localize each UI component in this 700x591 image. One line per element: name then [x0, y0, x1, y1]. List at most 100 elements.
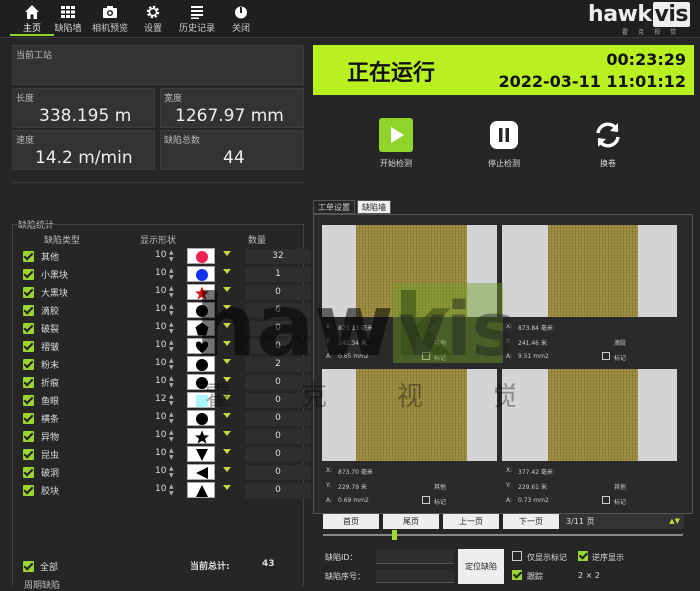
defect-image[interactable] [502, 225, 677, 317]
next-page-button[interactable]: 下一页 [503, 514, 559, 529]
stop-button[interactable]: 停止检测 [469, 118, 539, 169]
nav-close[interactable]: 关闭 [219, 2, 263, 36]
shape-dropdown-icon[interactable] [223, 251, 231, 256]
size-stepper[interactable]: ▲ ▼ [169, 357, 174, 371]
swap-roll-button[interactable]: 换卷 [573, 118, 643, 169]
shape-size: 10 [155, 340, 167, 350]
shape-dropdown-icon[interactable] [223, 413, 231, 418]
row-checkbox[interactable] [23, 395, 34, 406]
defect-image[interactable] [502, 369, 677, 461]
shape-dropdown-icon[interactable] [223, 341, 231, 346]
mark-checkbox[interactable] [602, 496, 610, 504]
follow-checkbox[interactable] [512, 570, 522, 580]
size-stepper[interactable]: ▲ ▼ [169, 339, 174, 353]
row-checkbox[interactable] [23, 449, 34, 460]
shape-swatch[interactable] [187, 392, 215, 408]
shape-swatch[interactable] [187, 302, 215, 318]
nav-defect-wall[interactable]: 缺陷墙 [46, 2, 90, 36]
shape-dropdown-icon[interactable] [223, 269, 231, 274]
reverse-checkbox[interactable] [578, 551, 588, 561]
row-checkbox[interactable] [23, 359, 34, 370]
row-checkbox[interactable] [23, 269, 34, 280]
size-stepper[interactable]: ▲ ▼ [169, 303, 174, 317]
locate-defect-button[interactable]: 定位缺陷 [458, 549, 504, 584]
nav-camera-preview[interactable]: 相机预览 [88, 2, 132, 36]
pause-icon [490, 121, 518, 149]
shape-dropdown-icon[interactable] [223, 305, 231, 310]
size-stepper[interactable]: ▲ ▼ [169, 465, 174, 479]
defect-id-field[interactable] [376, 550, 454, 564]
shape-dropdown-icon[interactable] [223, 485, 231, 490]
row-checkbox[interactable] [23, 485, 34, 496]
x-label: X: [326, 467, 333, 474]
page-select[interactable]: 3/11 页 ▲▼ [560, 514, 684, 529]
size-stepper[interactable]: ▲ ▼ [169, 267, 174, 281]
row-checkbox[interactable] [23, 467, 34, 478]
shape-swatch[interactable] [187, 446, 215, 462]
shape-swatch[interactable] [187, 338, 215, 354]
start-button[interactable]: 开始检测 [361, 118, 431, 169]
shape-swatch[interactable] [187, 428, 215, 444]
shape-swatch[interactable] [187, 320, 215, 336]
row-checkbox[interactable] [23, 413, 34, 424]
defect-image[interactable] [322, 369, 497, 461]
size-stepper[interactable]: ▲ ▼ [169, 249, 174, 263]
shape-square-icon [196, 395, 208, 407]
defect-type-name: 小黑块 [41, 271, 69, 281]
shape-swatch[interactable] [187, 464, 215, 480]
size-stepper[interactable]: ▲ ▼ [169, 285, 174, 299]
mark-checkbox[interactable] [602, 352, 610, 360]
defect-cell[interactable]: X: 377.42 毫米 Y: 229.61 米 A: 0.73 mm2 其他 … [502, 369, 677, 512]
tab-defect-wall[interactable]: 缺陷墙 [357, 200, 391, 214]
row-checkbox[interactable] [23, 377, 34, 388]
size-stepper[interactable]: ▲ ▼ [169, 321, 174, 335]
shape-swatch[interactable] [187, 284, 215, 300]
shape-dropdown-icon[interactable] [223, 287, 231, 292]
size-stepper[interactable]: ▲ ▼ [169, 393, 174, 407]
shape-swatch[interactable] [187, 410, 215, 426]
shape-swatch[interactable] [187, 266, 215, 282]
shape-dropdown-icon[interactable] [223, 449, 231, 454]
shape-swatch[interactable] [187, 374, 215, 390]
row-checkbox[interactable] [23, 431, 34, 442]
row-checkbox[interactable] [23, 287, 34, 298]
shape-swatch[interactable] [187, 248, 215, 264]
all-checkbox[interactable] [23, 558, 34, 572]
mark-checkbox[interactable] [422, 496, 430, 504]
size-stepper[interactable]: ▲ ▼ [169, 375, 174, 389]
mark-checkbox[interactable] [422, 352, 430, 360]
row-checkbox[interactable] [23, 323, 34, 334]
prev-page-button[interactable]: 上一页 [443, 514, 499, 529]
defect-cell[interactable]: X: 873.70 毫米 Y: 229.79 米 A: 0.69 mm2 其他 … [322, 369, 497, 512]
defect-image[interactable] [322, 225, 497, 317]
size-stepper[interactable]: ▲ ▼ [169, 411, 174, 425]
shape-swatch[interactable] [187, 356, 215, 372]
nav-history[interactable]: 历史记录 [175, 2, 219, 36]
shape-dropdown-icon[interactable] [223, 395, 231, 400]
page-slider-track[interactable] [323, 534, 683, 536]
defect-no-field[interactable] [376, 569, 454, 583]
nav-settings[interactable]: 设置 [131, 2, 175, 36]
size-stepper[interactable]: ▲ ▼ [169, 429, 174, 443]
defect-cell[interactable]: X: 873.84 毫米 Y: 241.46 米 A: 9.51 mm2 滴胶 … [502, 225, 677, 368]
shape-dropdown-icon[interactable] [223, 323, 231, 328]
page-slider-thumb[interactable] [392, 530, 397, 540]
defect-cell[interactable]: X: 873.13 毫米 Y: 242.34 米 A: 0.65 mm2 其他 … [322, 225, 497, 368]
row-checkbox[interactable] [23, 305, 34, 316]
defect-type-name: 胶块 [41, 487, 60, 497]
tab-work-order[interactable]: 工单设置 [313, 200, 355, 214]
size-stepper[interactable]: ▲ ▼ [169, 483, 174, 497]
length-panel: 长度 338.195 m [12, 88, 155, 128]
shape-swatch[interactable] [187, 482, 215, 498]
row-checkbox[interactable] [23, 251, 34, 262]
shape-dropdown-icon[interactable] [223, 359, 231, 364]
shape-dropdown-icon[interactable] [223, 377, 231, 382]
size-stepper[interactable]: ▲ ▼ [169, 447, 174, 461]
only-marked-checkbox[interactable] [512, 551, 522, 561]
first-page-button[interactable]: 首页 [323, 514, 379, 529]
shape-dropdown-icon[interactable] [223, 431, 231, 436]
shape-dropdown-icon[interactable] [223, 467, 231, 472]
shape-size: 10 [155, 376, 167, 386]
row-checkbox[interactable] [23, 341, 34, 352]
last-page-button[interactable]: 尾页 [383, 514, 439, 529]
